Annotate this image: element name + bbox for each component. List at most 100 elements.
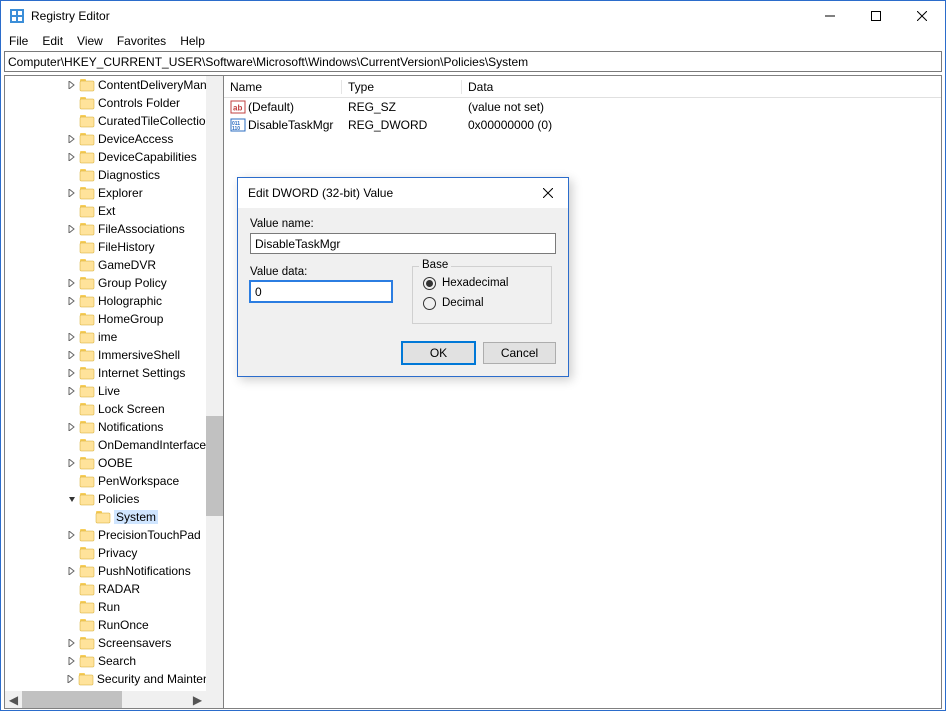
cancel-button[interactable]: Cancel [483, 342, 556, 364]
radio-hexadecimal[interactable]: Hexadecimal [423, 273, 541, 293]
reg-sz-icon: ab [230, 99, 246, 115]
scroll-right-arrow[interactable]: ▶ [189, 691, 206, 708]
tree-item[interactable]: CuratedTileCollections [5, 112, 223, 130]
value-data-label: Value data: [250, 266, 392, 278]
close-button[interactable] [899, 1, 945, 31]
scrollbar-thumb[interactable] [206, 416, 223, 516]
dialog-close-button[interactable] [528, 178, 568, 208]
value-type: REG_DWORD [342, 118, 462, 132]
tree-item[interactable]: System [5, 508, 223, 526]
tree-item[interactable]: Group Policy [5, 274, 223, 292]
tree-item[interactable]: Privacy [5, 544, 223, 562]
tree-item[interactable]: Holographic [5, 292, 223, 310]
chevron-right-icon[interactable] [65, 459, 79, 467]
tree-item[interactable]: ImmersiveShell [5, 346, 223, 364]
tree-item[interactable]: RADAR [5, 580, 223, 598]
scrollbar-thumb[interactable] [22, 691, 122, 708]
tree-item[interactable]: Diagnostics [5, 166, 223, 184]
tree-item[interactable]: HomeGroup [5, 310, 223, 328]
chevron-right-icon[interactable] [65, 189, 79, 197]
radio-decimal[interactable]: Decimal [423, 293, 541, 313]
tree-item-label: OOBE [98, 456, 133, 470]
folder-icon [79, 420, 95, 434]
maximize-button[interactable] [853, 1, 899, 31]
menu-favorites[interactable]: Favorites [117, 34, 166, 48]
tree-item[interactable]: Live [5, 382, 223, 400]
tree-horizontal-scrollbar[interactable]: ◀ ▶ [5, 691, 206, 708]
ok-button[interactable]: OK [402, 342, 475, 364]
column-name[interactable]: Name [224, 80, 342, 94]
dialog-titlebar[interactable]: Edit DWORD (32-bit) Value [238, 178, 568, 208]
tree-item[interactable]: DeviceCapabilities [5, 148, 223, 166]
chevron-right-icon[interactable] [65, 423, 79, 431]
chevron-right-icon[interactable] [65, 153, 79, 161]
tree-item-label: RADAR [98, 582, 140, 596]
chevron-right-icon[interactable] [65, 387, 79, 395]
tree-item[interactable]: OnDemandInterfaceCa [5, 436, 223, 454]
chevron-right-icon[interactable] [65, 675, 78, 683]
tree-item[interactable]: GameDVR [5, 256, 223, 274]
svg-text:ab: ab [233, 104, 242, 113]
address-bar[interactable]: Computer\HKEY_CURRENT_USER\Software\Micr… [4, 51, 942, 72]
svg-text:110: 110 [232, 126, 240, 132]
tree-item[interactable]: Run [5, 598, 223, 616]
tree-item-label: Controls Folder [98, 96, 180, 110]
dialog-body: Value name: Value data: Base Hexadecimal… [238, 208, 568, 376]
tree-item[interactable]: OOBE [5, 454, 223, 472]
menu-help[interactable]: Help [180, 34, 205, 48]
tree-item[interactable]: Security and Maintenan [5, 670, 223, 688]
column-type[interactable]: Type [342, 80, 462, 94]
value-data-input[interactable] [250, 281, 392, 302]
tree-item-label: Search [98, 654, 136, 668]
minimize-button[interactable] [807, 1, 853, 31]
chevron-right-icon[interactable] [65, 369, 79, 377]
tree-item[interactable]: ime [5, 328, 223, 346]
menu-view[interactable]: View [77, 34, 103, 48]
chevron-right-icon[interactable] [65, 639, 79, 647]
list-row[interactable]: ab(Default)REG_SZ(value not set) [224, 98, 941, 116]
chevron-right-icon[interactable] [65, 135, 79, 143]
tree-item[interactable]: DeviceAccess [5, 130, 223, 148]
tree-item[interactable]: PrecisionTouchPad [5, 526, 223, 544]
value-name-input[interactable] [250, 233, 556, 254]
tree-item[interactable]: PushNotifications [5, 562, 223, 580]
tree-item-label: FileAssociations [98, 222, 185, 236]
folder-icon [79, 402, 95, 416]
tree-item[interactable]: RunOnce [5, 616, 223, 634]
tree-item[interactable]: PenWorkspace [5, 472, 223, 490]
tree-item[interactable]: Policies [5, 490, 223, 508]
tree-item[interactable]: FileHistory [5, 238, 223, 256]
tree-item-label: Live [98, 384, 120, 398]
tree-item[interactable]: Search [5, 652, 223, 670]
chevron-down-icon[interactable] [65, 495, 79, 503]
list-row[interactable]: 011110DisableTaskMgrREG_DWORD0x00000000 … [224, 116, 941, 134]
chevron-right-icon[interactable] [65, 351, 79, 359]
tree-item[interactable]: Explorer [5, 184, 223, 202]
tree-item-label: ContentDeliveryManag [98, 78, 220, 92]
value-data: 0x00000000 (0) [462, 118, 941, 132]
chevron-right-icon[interactable] [65, 567, 79, 575]
tree-item[interactable]: FileAssociations [5, 220, 223, 238]
column-data[interactable]: Data [462, 80, 941, 94]
chevron-right-icon[interactable] [65, 225, 79, 233]
chevron-right-icon[interactable] [65, 333, 79, 341]
tree[interactable]: ContentDeliveryManag Controls Folder Curat… [5, 76, 223, 688]
chevron-right-icon[interactable] [65, 531, 79, 539]
chevron-right-icon[interactable] [65, 657, 79, 665]
tree-item[interactable]: Notifications [5, 418, 223, 436]
tree-item[interactable]: Lock Screen [5, 400, 223, 418]
menu-edit[interactable]: Edit [42, 34, 63, 48]
menu-file[interactable]: File [9, 34, 28, 48]
tree-item[interactable]: Ext [5, 202, 223, 220]
chevron-right-icon[interactable] [65, 297, 79, 305]
tree-vertical-scrollbar[interactable] [206, 76, 223, 691]
tree-item[interactable]: Internet Settings [5, 364, 223, 382]
tree-item[interactable]: ContentDeliveryManag [5, 76, 223, 94]
chevron-right-icon[interactable] [65, 279, 79, 287]
chevron-right-icon[interactable] [65, 81, 79, 89]
tree-item-label: CuratedTileCollections [98, 114, 218, 128]
tree-item[interactable]: Screensavers [5, 634, 223, 652]
scroll-left-arrow[interactable]: ◀ [5, 691, 22, 708]
tree-item[interactable]: Controls Folder [5, 94, 223, 112]
folder-icon [79, 222, 95, 236]
